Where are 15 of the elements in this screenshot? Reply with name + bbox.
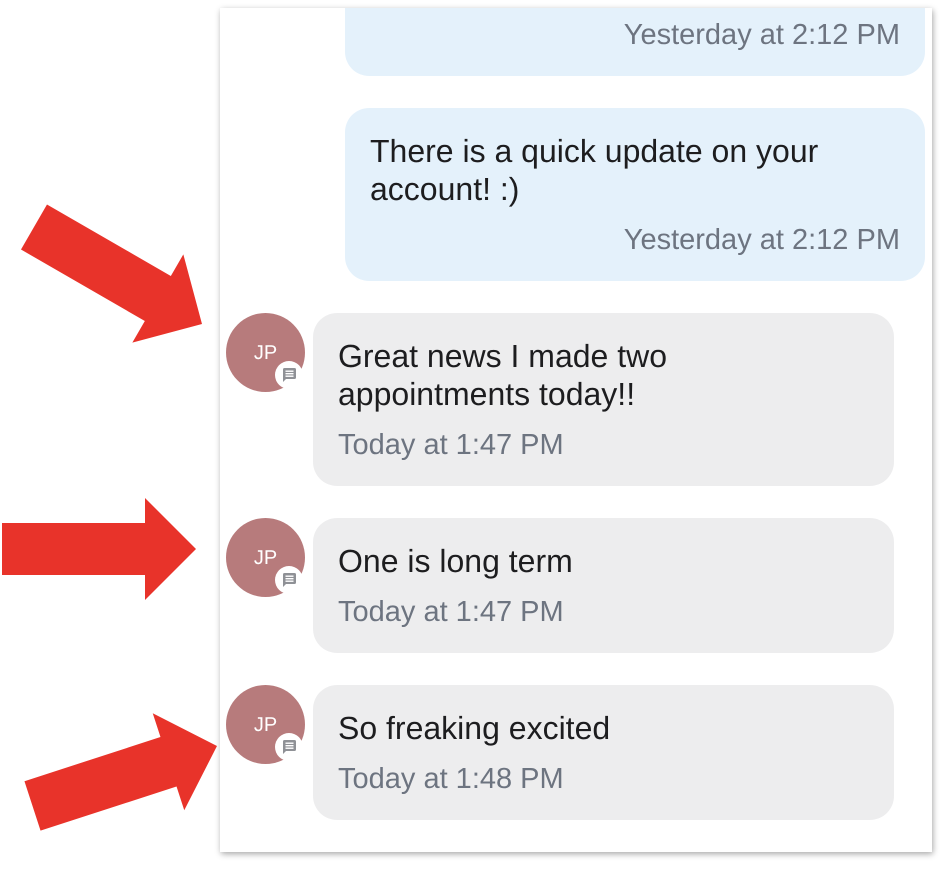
- message-badge-icon: [275, 361, 303, 389]
- message-text: Great news I made two appointments today!!: [338, 337, 668, 413]
- message-badge-icon: [275, 733, 303, 761]
- message-timestamp: Today at 1:47 PM: [338, 428, 565, 462]
- message-text: There is a quick update on your account! :): [370, 132, 820, 208]
- message-timestamp: Today at 1:47 PM: [338, 595, 565, 629]
- message-badge-icon: [275, 566, 303, 594]
- avatar-initials: JP: [254, 340, 278, 364]
- message-text: So freaking excited: [338, 709, 612, 747]
- message-timestamp: Yesterday at 2:12 PM: [622, 223, 900, 257]
- avatar-initials: JP: [254, 546, 278, 570]
- avatar-initials: JP: [254, 712, 278, 736]
- message-text: One is long term: [338, 542, 574, 580]
- message-timestamp: Today at 1:48 PM: [338, 762, 565, 796]
- message-timestamp: Yesterday at 2:12 PM: [622, 18, 900, 52]
